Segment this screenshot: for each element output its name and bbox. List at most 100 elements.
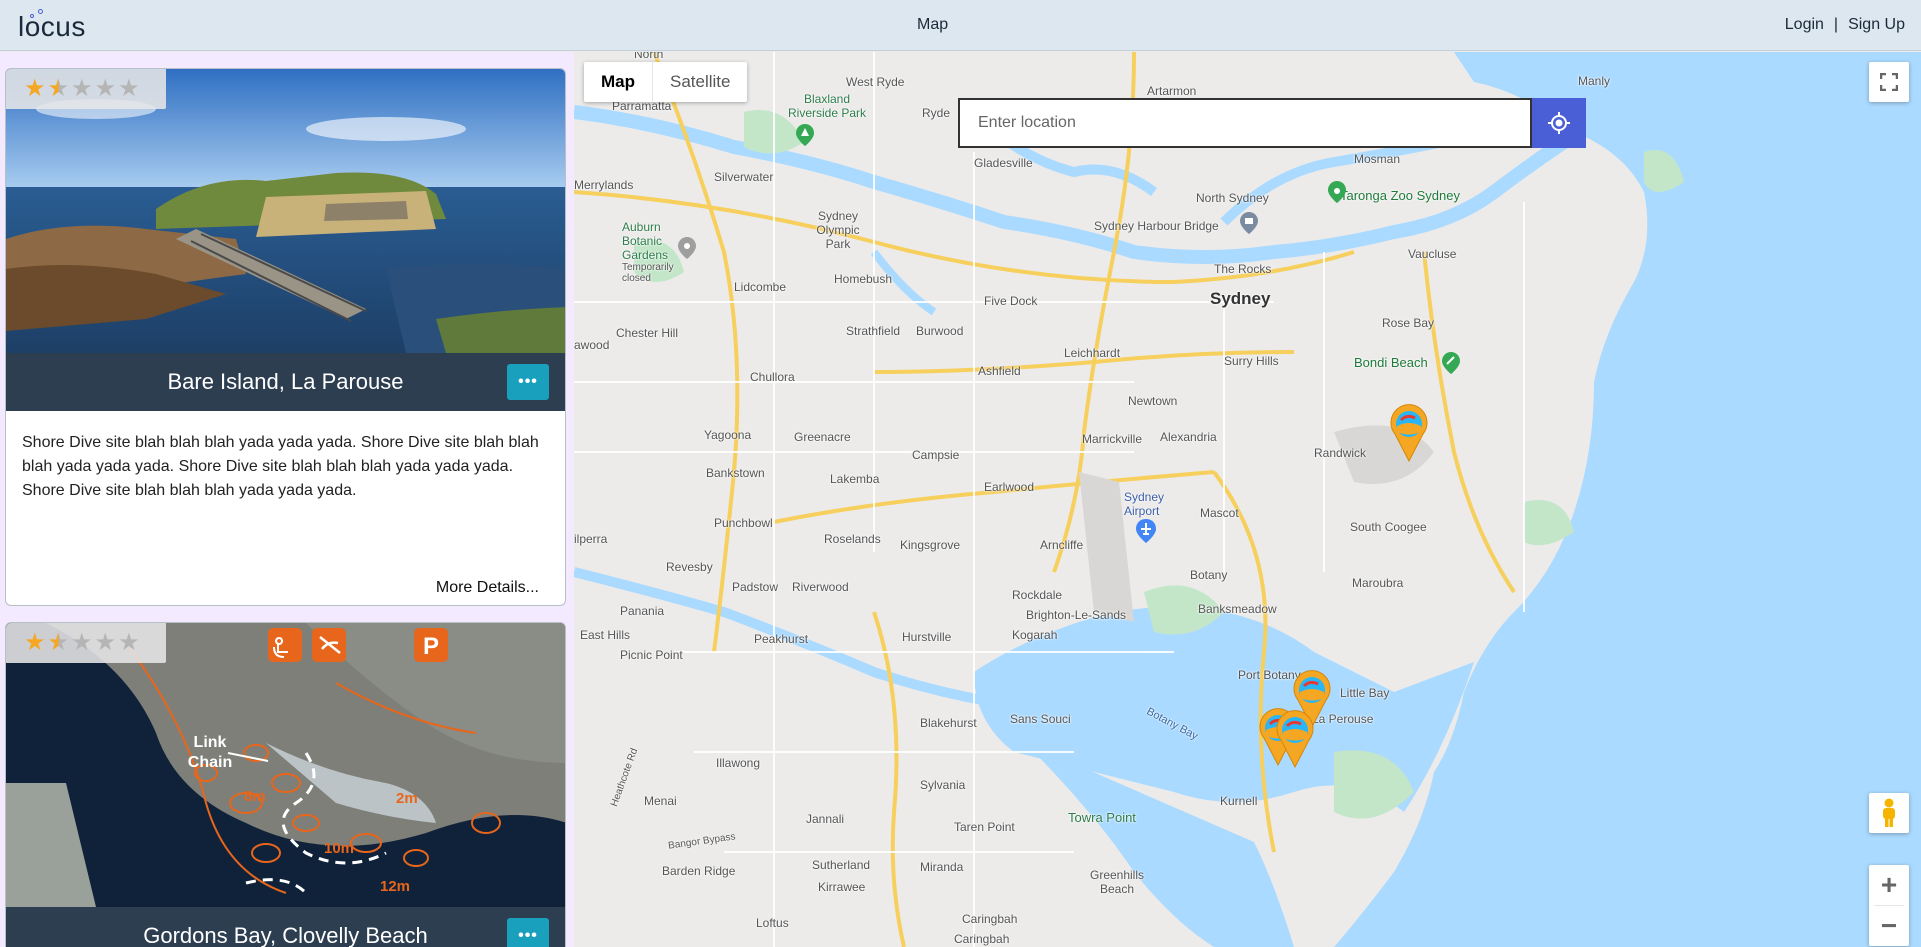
zoom-out-button[interactable]: − xyxy=(1869,906,1909,946)
map-place-label: awood xyxy=(574,338,610,352)
beach-marker-icon[interactable] xyxy=(1442,352,1460,374)
map-place-label: Sydney Harbour Bridge xyxy=(1094,219,1219,233)
map-city-label: Sydney xyxy=(1210,289,1271,308)
more-details-link[interactable]: More Details... xyxy=(436,579,539,597)
site-menu-button[interactable]: ••• xyxy=(507,364,549,400)
map-place-label: Kingsgrove xyxy=(900,538,961,552)
location-search xyxy=(958,98,1532,148)
dive-site-description: Shore Dive site blah blah blah yada yada… xyxy=(22,434,539,499)
map-place-label: Kurnell xyxy=(1220,794,1258,808)
dive-site-list[interactable]: ★ ★ ★ ★ ★ Bare Island, La Parouse ••• Sh… xyxy=(0,52,574,947)
map-image-label: Link xyxy=(194,734,227,751)
map-place-label: Ryde xyxy=(922,106,951,120)
dive-site-card[interactable]: P Link Chain 8m 2m 10m 12m ★ ★ ★ ★ ★ Gor… xyxy=(5,622,566,947)
map-place-label: East Hills xyxy=(580,628,631,642)
map-place-label: Vaucluse xyxy=(1408,247,1457,261)
location-search-input[interactable] xyxy=(958,98,1532,148)
map-place-label: Botany xyxy=(1190,568,1228,582)
map-park-status: Temporarily closed xyxy=(622,262,674,284)
map-image-label: 10m xyxy=(324,840,354,857)
map-place-label: Sylvania xyxy=(920,778,966,792)
map-type-map-button[interactable]: Map xyxy=(584,62,652,102)
dive-site-pin[interactable] xyxy=(1389,404,1429,462)
map-park-label: Towra Point xyxy=(1068,810,1136,825)
star-icon: ★ xyxy=(24,629,46,656)
site-menu-button[interactable]: ••• xyxy=(507,918,549,947)
map-place-label: Brighton-Le-Sands xyxy=(1026,608,1127,622)
zoom-control: + − xyxy=(1869,865,1909,946)
map-place-label: Homebush xyxy=(834,272,893,286)
top-navbar: locus Map Login | Sign Up xyxy=(0,0,1921,51)
map-place-label: Greenacre xyxy=(794,430,851,444)
map-place-label: Arncliffe xyxy=(1040,538,1084,552)
map-place-label: Riverwood xyxy=(792,580,849,594)
map-place-label: Barden Ridge xyxy=(662,864,736,878)
map-place-label: Chullora xyxy=(750,370,795,384)
nav-separator: | xyxy=(1833,16,1839,33)
map-type-control: Map Satellite xyxy=(584,62,748,102)
signup-link[interactable]: Sign Up xyxy=(1848,16,1905,34)
map-place-label: Rose Bay xyxy=(1382,316,1435,330)
star-half-icon: ★ xyxy=(47,629,70,656)
star-empty-icon: ★ xyxy=(118,629,140,656)
svg-text:P: P xyxy=(423,633,439,660)
star-empty-icon: ★ xyxy=(71,75,93,102)
map-poi-label: Taronga Zoo Sydney xyxy=(1340,188,1460,203)
locus-logo[interactable]: locus xyxy=(18,7,86,43)
map-place-label: Kogarah xyxy=(1012,628,1058,642)
map-place-label: Lidcombe xyxy=(734,280,787,294)
map-place-label: Roselands xyxy=(824,532,881,546)
login-link[interactable]: Login xyxy=(1785,16,1824,34)
zoo-marker-icon[interactable] xyxy=(1328,181,1346,203)
street-view-pegman[interactable] xyxy=(1869,793,1909,833)
map-place-label: Sans Souci xyxy=(1010,712,1071,726)
map-place-label: Leichhardt xyxy=(1064,346,1121,360)
park-marker-icon[interactable] xyxy=(796,124,814,146)
map-tiles xyxy=(574,52,1921,947)
map-place-label: Menai xyxy=(644,794,677,808)
map-place-label: North Sydney xyxy=(1196,191,1269,205)
google-map[interactable]: North West Ryde Artarmon Manly Parramatt… xyxy=(574,52,1921,947)
dive-site-card[interactable]: ★ ★ ★ ★ ★ Bare Island, La Parouse ••• Sh… xyxy=(5,68,566,606)
map-place-label: Newtown xyxy=(1128,394,1178,408)
dive-site-photo: ★ ★ ★ ★ ★ xyxy=(6,69,565,353)
dive-site-pin[interactable] xyxy=(1275,710,1315,768)
map-place-label: Sydney Olympic Park xyxy=(816,209,860,251)
map-place-label: Illawong xyxy=(716,756,761,770)
map-place-label: Strathfield xyxy=(846,324,901,338)
fullscreen-icon xyxy=(1880,73,1898,91)
map-place-label: Burwood xyxy=(916,324,964,338)
map-place-label: Artarmon xyxy=(1147,84,1197,98)
map-place-label: Sutherland xyxy=(812,858,871,872)
my-location-button[interactable] xyxy=(1532,98,1586,148)
map-place-label: South Coogee xyxy=(1350,520,1427,534)
map-type-satellite-button[interactable]: Satellite xyxy=(653,62,747,102)
map-place-label: Merrylands xyxy=(574,178,634,192)
map-poi-label: Sydney Airport xyxy=(1124,490,1165,518)
map-place-label: Greenhills Beach xyxy=(1089,868,1145,896)
fullscreen-button[interactable] xyxy=(1869,62,1909,102)
map-place-label: Surry Hills xyxy=(1224,354,1279,368)
map-place-label: Earlwood xyxy=(984,480,1035,494)
map-place-label: West Ryde xyxy=(846,75,905,89)
map-image-label: 2m xyxy=(396,790,418,807)
map-place-label: Gladesville xyxy=(974,156,1033,170)
airport-marker-icon[interactable] xyxy=(1136,519,1156,543)
zoom-in-button[interactable]: + xyxy=(1869,865,1909,905)
map-place-label: Mosman xyxy=(1354,152,1401,166)
map-place-label: Blakehurst xyxy=(920,716,977,730)
map-place-label: Caringbah xyxy=(962,912,1018,926)
map-place-label: Punchbowl xyxy=(714,516,773,530)
dive-site-photo: P Link Chain 8m 2m 10m 12m ★ ★ ★ ★ ★ xyxy=(6,623,565,907)
star-empty-icon: ★ xyxy=(71,629,93,656)
map-place-label: Peakhurst xyxy=(754,632,809,646)
map-place-label: North xyxy=(634,52,664,61)
map-place-label: Five Dock xyxy=(984,294,1038,308)
nav-map-link[interactable]: Map xyxy=(917,16,948,34)
garden-marker-icon[interactable] xyxy=(678,237,696,259)
map-place-label: Lakemba xyxy=(830,472,880,486)
landmark-marker-icon[interactable] xyxy=(1240,212,1258,234)
map-poi-label: Bondi Beach xyxy=(1354,355,1428,370)
map-park-label: Blaxland Riverside Park xyxy=(787,92,867,120)
star-empty-icon: ★ xyxy=(94,75,117,102)
